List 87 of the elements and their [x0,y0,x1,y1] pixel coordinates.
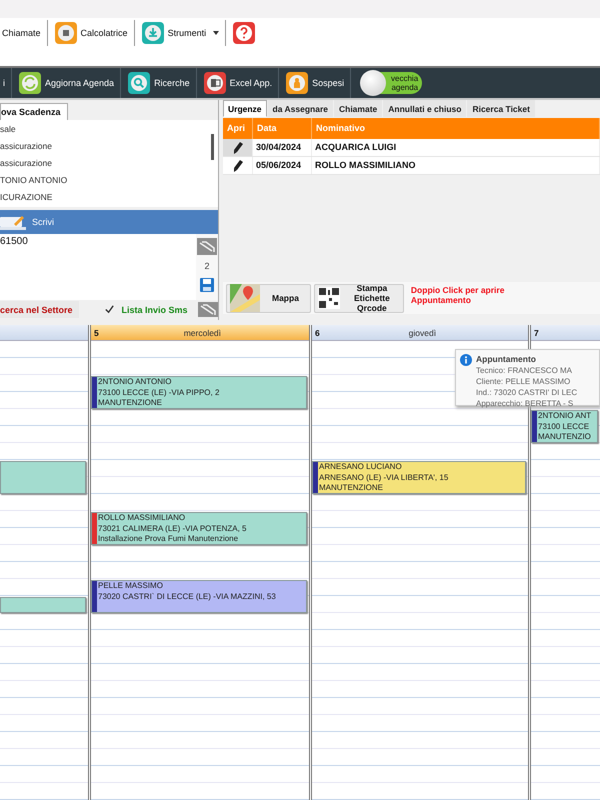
day-header[interactable]: 6 giovedì [312,325,528,341]
checkbox-label: Lista Invio Sms [122,304,188,314]
appointment-text: MANUTENZIONE [98,398,163,408]
save-button[interactable] [200,278,214,292]
pencil-icon [232,160,242,172]
day-number: 5 [94,328,99,338]
list-item[interactable]: ICURAZIONE [0,189,218,206]
appointment[interactable]: ROLLO MASSIMILIANO 73021 CALIMERA (LE) -VIA POTENZA, 5 Installazione Prova Fumi Manutenzione [91,512,307,545]
suspended-button[interactable]: Sospesi [282,69,348,97]
pencil-icon [232,142,242,154]
appointment-text: PELLE MASSIMO [98,581,164,592]
help-icon [232,21,256,45]
row-selector-cell[interactable] [223,139,253,156]
checkbox[interactable] [102,303,116,316]
counter: 2 [204,260,210,273]
tooltip-text: Tecnico: FRANCESCO MA [476,365,574,376]
search-icon [127,71,152,95]
day-number: 6 [315,328,320,338]
spreadsheet-icon [202,71,227,95]
tab[interactable]: Urgenze [223,100,267,117]
print-qr-button[interactable]: Stampa Etichette Qrcode [314,284,404,312]
map-button[interactable]: Mappa [226,284,311,312]
list-item[interactable]: sale [0,121,218,138]
appointment[interactable]: 2NTONIO ANTONIO 73100 LECCE (LE) -VIA PIPPO, 2 MANUTENZIONE [91,376,307,409]
map-icon [230,284,260,312]
day-header[interactable]: 5 mercoledì [91,325,309,341]
table-cell: ROLLO MASSIMILIANO [312,157,600,174]
table-cell: 05/06/2024 [253,157,312,174]
day-name: mercoledì [182,328,222,338]
appointment-text: ARNESANO LUCIANO [319,462,403,472]
refresh-icon [18,71,42,95]
tooltip-text: Cliente: PELLE MASSIMO [476,376,572,387]
list-item[interactable]: assicurazione [0,155,218,172]
day-header[interactable]: 7 [531,325,600,341]
toolbar-button[interactable]: i [0,69,8,97]
calculator-icon [54,21,78,45]
table-cell: ACQUARICA LUIGI [312,139,600,156]
excel-button[interactable]: Excel App. [200,69,276,97]
day-number: 7 [534,328,539,338]
appointment-text: 2NTONIO ANTONIO [98,377,172,388]
day-header[interactable] [0,325,88,341]
qr-code-icon [318,287,340,309]
appointment-text: MANUTENZIO [538,432,592,442]
appointment-text: 73021 CALIMERA (LE) -VIA POTENZA, 5 [98,524,246,534]
scrollbar-thumb[interactable] [211,134,214,160]
appointment-text: ARNESANO (LE) -VIA LIBERTA', 15 [319,472,448,483]
day-name: giovedì [408,328,438,338]
tooltip-title: Appuntamento [476,354,537,365]
search-button[interactable]: Ricerche [124,69,193,97]
table-cell: 30/04/2024 [253,139,312,156]
tab[interactable]: Ricerca Ticket [467,100,535,117]
save-icon [200,278,214,292]
appointment-text: 73020 CASTRI` DI LECCE (LE) -VIA MAZZINI, 53 [98,592,276,602]
calculator-button[interactable]: Calcolatrice [52,20,130,46]
tab[interactable]: ova Scadenza [0,103,68,120]
tab[interactable]: da Assegnare [268,100,333,117]
message-field[interactable]: 61500 [0,234,196,300]
info-icon [460,354,472,366]
list-item[interactable]: TONIO ANTONIO [0,172,218,189]
tab[interactable]: Annullati e chiuso [383,100,466,117]
search-sector-button[interactable]: cerca nel Settore [0,301,79,318]
appointment[interactable]: ARNESANO LUCIANO ARNESANO (LE) -VIA LIBERTA', 15 MANUTENZIONE [312,461,526,494]
sms-button[interactable] [197,238,217,255]
appointment[interactable] [0,597,86,613]
appointment[interactable]: 2NTONIO ANT 73100 LECCE MANUTENZIO [531,410,598,443]
calls-button[interactable]: Chiamate [0,20,43,46]
sms-button[interactable] [198,302,218,317]
tools-button[interactable]: Strumenti [138,20,222,46]
appointment-text: 2NTONIO ANT [538,411,592,422]
appointment[interactable] [0,461,86,494]
appointment-text: 73100 LECCE (LE) -VIA PIPPO, 2 [98,388,220,398]
appointment-text: ROLLO MASSIMILIANO [98,513,186,524]
appointment-text: Installazione Prova Fumi Manutenzione [98,534,240,544]
appointment-text: 73100 LECCE [538,422,590,432]
old-agenda-button[interactable]: vecchia agenda [362,72,422,94]
refresh-button[interactable]: Aggiorna Agenda [15,69,118,97]
monitor-pencil-icon [0,214,26,230]
tab[interactable]: Chiamate [334,100,382,117]
compose-title: Scrivi [32,217,54,227]
tooltip-text: Ind.: 73020 CASTRI' DI LEC [476,387,578,398]
list-item[interactable]: assicurazione [0,138,218,155]
tooltip-text: Apparecchio: BERETTA - S [476,398,574,409]
download-icon [140,21,165,45]
person-icon [285,71,310,95]
hint-text: Doppio Click per aprire Appuntamento [410,285,506,305]
appointment-text: MANUTENZIONE [319,483,384,493]
appointment[interactable]: PELLE MASSIMO 73020 CASTRI` DI LECCE (LE) -VIA MAZZINI, 53 [91,580,307,613]
